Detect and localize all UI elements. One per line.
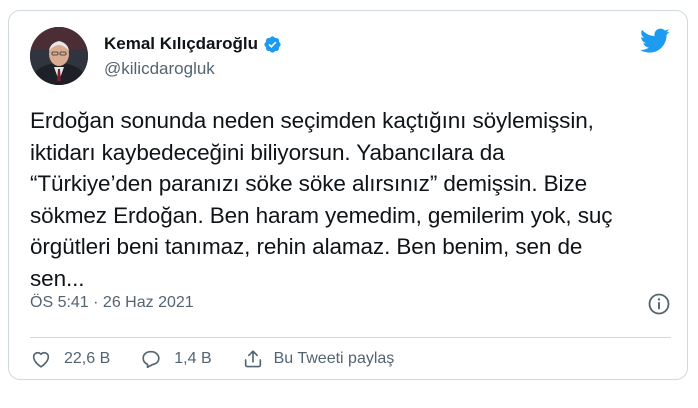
twitter-bird-icon[interactable] [640, 28, 670, 54]
verified-badge-icon [263, 35, 282, 54]
share-icon [244, 350, 261, 368]
tweet-card: Kemal Kılıçdaroğlu @kilicdarogluk Erdoğa… [8, 10, 688, 380]
divider [30, 337, 671, 338]
tweet-timestamp[interactable]: ÖS 5:41 · 26 Haz 2021 [30, 294, 194, 312]
like-count: 22,6 B [64, 350, 111, 367]
reply-bubble-icon [142, 350, 160, 369]
author-name[interactable]: Kemal Kılıçdaroğlu [104, 34, 258, 54]
share-button[interactable]: Bu Tweeti paylaş [242, 348, 395, 370]
author-handle[interactable]: @kilicdarogluk [104, 59, 215, 79]
heart-icon [32, 351, 50, 368]
like-button[interactable]: 22,6 B [30, 348, 110, 370]
reply-count: 1,4 B [174, 350, 212, 367]
avatar[interactable] [30, 27, 88, 85]
share-label: Bu Tweeti paylaş [273, 350, 395, 367]
tweet-text: Erdoğan sonunda neden seçimden kaçtığını… [30, 108, 613, 291]
action-bar: 22,6 B 1,4 B Bu Tweeti paylaş [30, 344, 424, 374]
reply-button[interactable]: 1,4 B [140, 348, 212, 370]
info-icon[interactable] [647, 292, 671, 316]
